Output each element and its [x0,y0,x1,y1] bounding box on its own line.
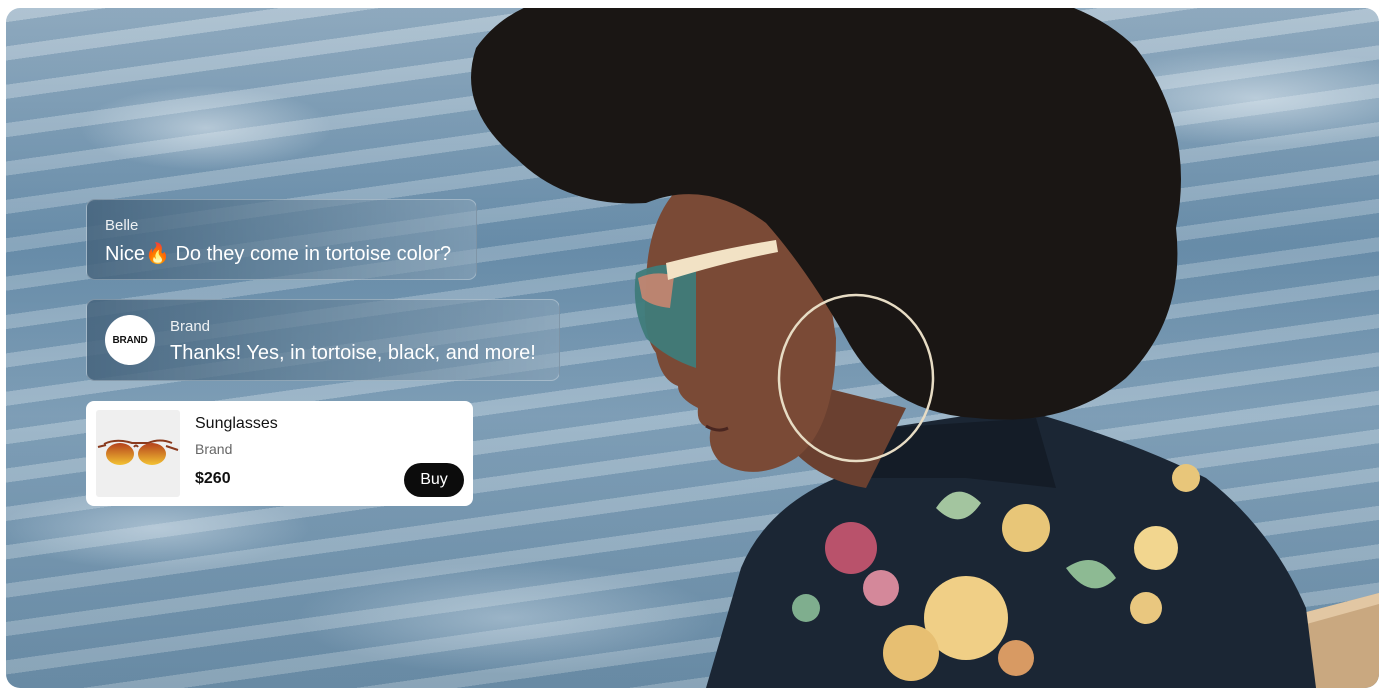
sunglasses-icon [97,439,179,465]
product-name: Sunglasses [195,415,278,432]
chat-bubble-viewer: Belle Nice🔥 Do they come in tortoise col… [86,199,477,280]
brand-avatar: BRAND [105,315,155,365]
product-card[interactable]: Sunglasses Brand $260 Buy [86,401,473,506]
message-sender: Brand [170,318,211,335]
product-price: $260 [195,470,231,487]
message-text: Thanks! Yes, in tortoise, black, and mor… [170,342,536,364]
chat-bubble-brand: BRAND Brand Thanks! Yes, in tortoise, bl… [86,299,560,381]
message-sender: Belle [105,217,139,234]
buy-button[interactable]: Buy [404,463,464,497]
product-brand: Brand [195,441,233,457]
message-text: Nice🔥 Do they come in tortoise color? [105,243,452,265]
product-thumbnail[interactable] [96,410,180,497]
